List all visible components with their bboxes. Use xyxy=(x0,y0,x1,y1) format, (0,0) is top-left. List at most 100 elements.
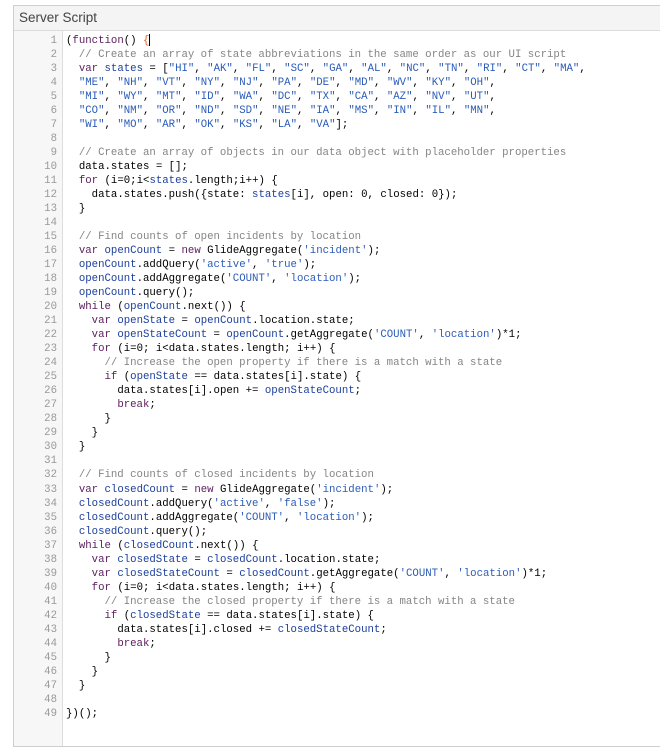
line-number: 39 xyxy=(44,567,57,580)
code-line[interactable]: 22 var openStateCount = openCount.getAgg… xyxy=(14,328,660,342)
code-line[interactable]: 28 } xyxy=(14,412,660,426)
code-line[interactable]: 15 // Find counts of open incidents by l… xyxy=(14,230,660,244)
line-text: } xyxy=(78,441,86,454)
line-text: data.states[i].open += openStateCount; xyxy=(117,385,362,398)
code-line[interactable]: 1 (function() { xyxy=(14,34,660,48)
code-line[interactable]: 46 } xyxy=(14,665,660,679)
line-number: 15 xyxy=(44,231,57,244)
line-number: 45 xyxy=(44,651,57,664)
code-line[interactable]: 18 openCount.addAggregate('COUNT', 'loca… xyxy=(14,272,660,286)
code-line[interactable]: 49})(); xyxy=(14,707,660,721)
line-number: 26 xyxy=(44,385,57,398)
code-line[interactable]: 6 "CO", "NM", "OR", "ND", "SD", "NE", "I… xyxy=(14,104,660,118)
line-text: "ME", "NH", "VT", "NY", "NJ", "PA", "DE"… xyxy=(78,77,496,90)
code-line[interactable]: 5 "MI", "WY", "MT", "ID", "WA", "DC", "T… xyxy=(14,90,660,104)
code-line[interactable]: 37 while (closedCount.next()) { xyxy=(14,539,660,553)
line-text xyxy=(57,693,66,707)
line-number: 7 xyxy=(50,119,57,132)
code-line[interactable]: 3 var states = ["HI", "AK", "FL", "SC", … xyxy=(14,62,660,76)
code-line[interactable]: 12 data.states.push({state: states[i], o… xyxy=(14,188,660,202)
line-number: 8 xyxy=(50,133,57,146)
line-number: 5 xyxy=(50,91,57,104)
line-number: 17 xyxy=(44,259,57,272)
code-line[interactable]: 25 if (openState == data.states[i].state… xyxy=(14,370,660,384)
line-text: openCount.addQuery('active', 'true'); xyxy=(78,259,317,272)
line-number: 46 xyxy=(44,665,57,678)
line-number: 11 xyxy=(44,175,57,188)
line-number: 41 xyxy=(44,595,57,608)
code-line[interactable]: 39 var closedStateCount = closedCount.ge… xyxy=(14,567,660,581)
text-cursor xyxy=(149,34,151,47)
code-line[interactable]: 43 data.states[i].closed += closedStateC… xyxy=(14,623,660,637)
code-line[interactable]: 30 } xyxy=(14,440,660,454)
line-number: 49 xyxy=(44,707,57,720)
code-line[interactable]: 17 openCount.addQuery('active', 'true'); xyxy=(14,258,660,272)
line-text: // Create an array of objects in our dat… xyxy=(78,147,567,160)
code-line[interactable]: 41 // Increase the closed property if th… xyxy=(14,595,660,609)
code-line[interactable]: 34 closedCount.addQuery('active', 'false… xyxy=(14,497,660,511)
line-number: 33 xyxy=(44,483,57,496)
code-line[interactable]: 44 break; xyxy=(14,637,660,651)
code-line[interactable]: 7 "WI", "MO", "AR", "OK", "KS", "LA", "V… xyxy=(14,118,660,132)
code-line[interactable]: 31 xyxy=(14,454,660,468)
line-text: closedCount.addAggregate('COUNT', 'locat… xyxy=(78,511,374,524)
code-line[interactable]: 35 closedCount.addAggregate('COUNT', 'lo… xyxy=(14,511,660,525)
line-number: 12 xyxy=(44,189,57,202)
code-line[interactable]: 45 } xyxy=(14,651,660,665)
code-line[interactable]: 2 // Create an array of state abbreviati… xyxy=(14,48,660,62)
code-line[interactable]: 19 openCount.query(); xyxy=(14,286,660,300)
line-text: data.states = []; xyxy=(78,161,188,174)
server-script-panel: Server Script 1 (function() {2 // Create … xyxy=(13,5,660,747)
panel-title: Server Script xyxy=(14,6,660,31)
code-line[interactable]: 13 } xyxy=(14,202,660,216)
code-line[interactable]: 36 closedCount.query(); xyxy=(14,525,660,539)
line-number: 40 xyxy=(44,581,57,594)
line-number: 43 xyxy=(44,623,57,636)
code-line[interactable]: 10 data.states = []; xyxy=(14,160,660,174)
code-line[interactable]: 23 for (i=0; i<data.states.length; i++) … xyxy=(14,342,660,356)
line-text: "MI", "WY", "MT", "ID", "WA", "DC", "TX"… xyxy=(78,91,496,104)
code-line[interactable]: 38 var closedState = closedCount.locatio… xyxy=(14,553,660,567)
code-line[interactable]: 4 "ME", "NH", "VT", "NY", "NJ", "PA", "D… xyxy=(14,76,660,90)
code-line[interactable]: 24 // Increase the open property if ther… xyxy=(14,356,660,370)
code-line[interactable]: 40 for (i=0; i<data.states.length; i++) … xyxy=(14,581,660,595)
code-line[interactable]: 14 xyxy=(14,216,660,230)
line-number: 16 xyxy=(44,245,57,258)
code-content[interactable]: 1 (function() {2 // Create an array of st… xyxy=(14,34,660,721)
line-text: (function() { xyxy=(66,34,151,47)
line-text: data.states[i].closed += closedStateCoun… xyxy=(117,623,387,636)
code-line[interactable]: 42 if (closedState == data.states[i].sta… xyxy=(14,609,660,623)
line-text: while (closedCount.next()) { xyxy=(78,539,259,552)
code-line[interactable]: 20 while (openCount.next()) { xyxy=(14,300,660,314)
code-line[interactable]: 29 } xyxy=(14,426,660,440)
line-number: 1 xyxy=(50,35,57,47)
line-text: var closedState = closedCount.location.s… xyxy=(91,553,381,566)
code-line[interactable]: 11 for (i=0;i<states.length;i++) { xyxy=(14,174,660,188)
line-number: 38 xyxy=(44,553,57,566)
line-text: closedCount.addQuery('active', 'false'); xyxy=(78,497,336,510)
code-line[interactable]: 21 var openState = openCount.location.st… xyxy=(14,314,660,328)
line-text: var closedCount = new GlideAggregate('in… xyxy=(78,483,394,496)
line-text: var openState = openCount.location.state… xyxy=(91,315,355,328)
code-line[interactable]: 26 data.states[i].open += openStateCount… xyxy=(14,384,660,398)
code-line[interactable]: 47 } xyxy=(14,679,660,693)
code-line[interactable]: 48 xyxy=(14,693,660,707)
line-number: 24 xyxy=(44,357,57,370)
line-text: } xyxy=(78,679,86,692)
line-number: 29 xyxy=(44,427,57,440)
line-text: for (i=0; i<data.states.length; i++) { xyxy=(91,343,336,356)
code-line[interactable]: 27 break; xyxy=(14,398,660,412)
code-line[interactable]: 8 xyxy=(14,132,660,146)
line-text: } xyxy=(104,413,111,426)
line-number: 21 xyxy=(44,315,57,328)
code-line[interactable]: 33 var closedCount = new GlideAggregate(… xyxy=(14,483,660,497)
line-text: while (openCount.next()) { xyxy=(78,301,246,314)
line-number: 28 xyxy=(44,413,57,426)
code-editor[interactable]: 1 (function() {2 // Create an array of st… xyxy=(14,31,660,746)
code-line[interactable]: 32 // Find counts of closed incidents by… xyxy=(14,468,660,482)
line-text: // Create an array of state abbreviation… xyxy=(78,49,567,62)
code-line[interactable]: 16 var openCount = new GlideAggregate('i… xyxy=(14,244,660,258)
code-line[interactable]: 9 // Create an array of objects in our d… xyxy=(14,146,660,160)
line-text: var openStateCount = openCount.getAggreg… xyxy=(91,329,522,342)
line-text: break; xyxy=(117,399,156,412)
